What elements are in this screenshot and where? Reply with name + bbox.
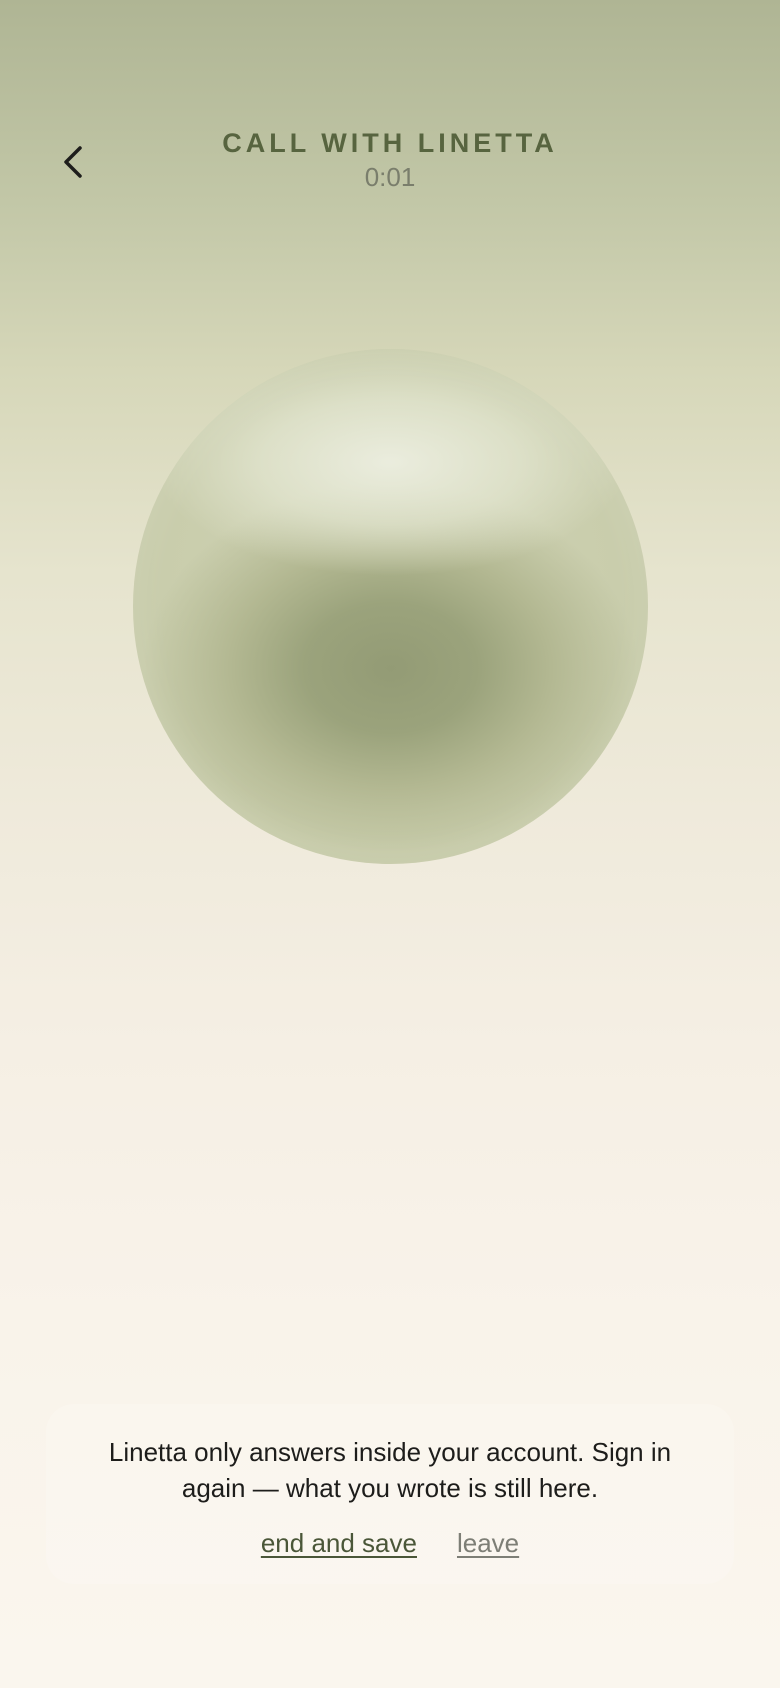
notice-actions: end and save leave bbox=[46, 1528, 734, 1559]
notice-message: Linetta only answers inside your account… bbox=[108, 1437, 672, 1503]
voice-orb bbox=[133, 349, 648, 864]
end-and-save-link[interactable]: end and save bbox=[261, 1528, 417, 1559]
sign-in-notice: Linetta only answers inside your account… bbox=[46, 1404, 734, 1584]
call-header: CALL WITH LINETTA 0:01 bbox=[0, 124, 780, 204]
call-timer: 0:01 bbox=[364, 162, 416, 192]
call-title: CALL WITH LINETTA bbox=[222, 128, 558, 158]
leave-link[interactable]: leave bbox=[457, 1528, 519, 1559]
